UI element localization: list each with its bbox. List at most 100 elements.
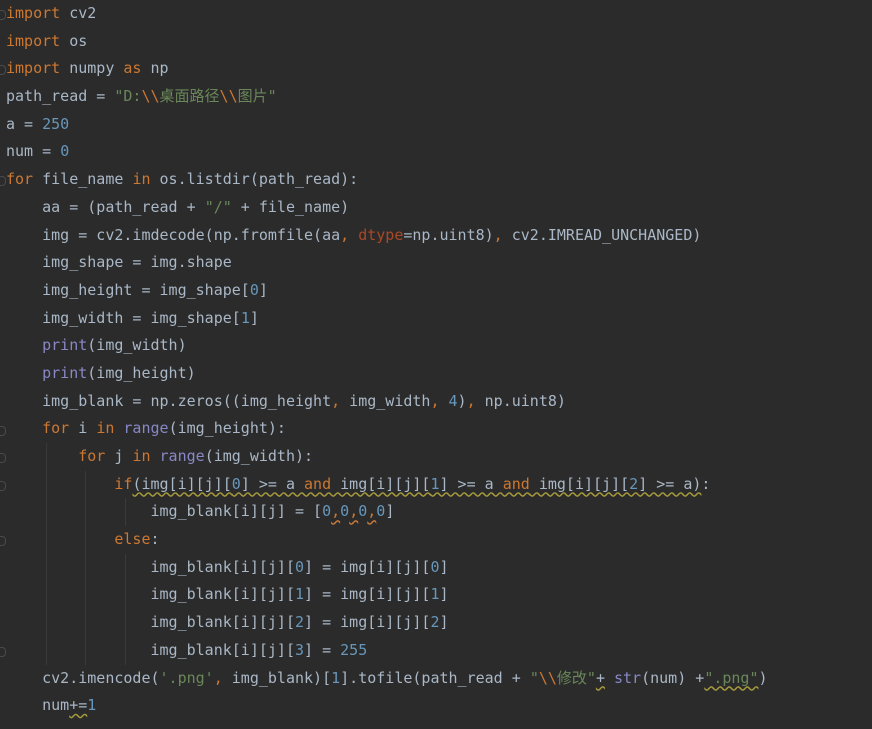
indent-guide <box>85 498 86 527</box>
code-token: ] <box>258 280 268 299</box>
code-token: 0 <box>60 142 70 161</box>
code-line[interactable]: for file_name in os.listdir(path_read): <box>6 166 872 194</box>
code-token: if <box>114 474 133 493</box>
code-line[interactable]: img_blank[i][j] = [0,0,0,0] <box>6 498 872 527</box>
code-line[interactable]: import os <box>6 28 872 56</box>
code-token: + file_name) <box>231 197 350 216</box>
code-token: , <box>367 502 377 521</box>
code-token: else <box>114 530 151 549</box>
code-token: 0 <box>231 474 241 493</box>
code-token: aa = (path_read + <box>42 197 205 216</box>
code-token: img_blank[i][j][ <box>150 640 296 659</box>
code-token: img = cv2.imdecode(np.fromfile(aa <box>42 225 341 244</box>
code-line[interactable]: img_blank[i][j][0] = img[i][j][0] <box>6 553 872 582</box>
code-line[interactable]: img_blank[i][j][2] = img[i][j][2] <box>6 609 872 637</box>
code-line[interactable]: import numpy as np <box>6 55 872 83</box>
code-token: 2 <box>295 613 305 632</box>
code-token: 修改" <box>556 668 596 687</box>
fold-marker-icon[interactable] <box>0 425 6 436</box>
code-token: 1 <box>430 585 440 604</box>
code-token: 桌面路径 <box>159 87 220 106</box>
code-token: 0 <box>376 502 386 521</box>
code-token: ) <box>457 391 467 410</box>
code-token: ] = img[i][j][ <box>304 585 431 604</box>
code-area[interactable]: import cv2 import os import numpy as np pat… <box>6 0 872 720</box>
code-token: , <box>213 668 232 687</box>
code-token: os <box>60 31 88 50</box>
code-line[interactable]: num = 0 <box>6 138 872 166</box>
code-token: 1 <box>295 585 305 604</box>
code-token: img_shape = img.shape <box>42 253 232 272</box>
code-line[interactable]: import cv2 <box>6 0 872 28</box>
code-token: import <box>6 59 61 78</box>
fold-marker-icon[interactable] <box>0 480 6 491</box>
code-line[interactable]: img_blank[i][j][1] = img[i][j][1] <box>6 581 872 610</box>
code-token: : <box>150 530 160 549</box>
indent-guide <box>45 553 47 582</box>
code-line[interactable]: print(img_width) <box>6 332 872 360</box>
code-token: , <box>493 225 512 244</box>
code-editor[interactable]: import cv2 import os import numpy as np pat… <box>0 0 872 729</box>
code-token: '.png' <box>159 668 214 687</box>
code-line[interactable]: a = 250 <box>6 111 872 139</box>
code-line[interactable]: num+=1 <box>6 692 872 720</box>
code-token: : <box>701 474 711 493</box>
code-line[interactable]: img_shape = img.shape <box>6 249 872 277</box>
code-token: 1 <box>430 474 440 493</box>
code-line[interactable]: for j in range(img_width): <box>6 443 872 471</box>
code-token: j <box>105 447 133 465</box>
indent-guide <box>45 636 47 665</box>
code-token: cv2.IMREAD_UNCHANGED) <box>511 225 702 244</box>
code-token: 图片" <box>237 87 277 106</box>
code-line[interactable]: img_width = img_shape[1] <box>6 305 872 333</box>
indent-guide <box>45 443 47 471</box>
code-line[interactable]: if(img[i][j][0] >= a and img[i][j][1] >=… <box>6 470 872 499</box>
code-token: in <box>132 447 151 465</box>
code-line[interactable]: img = cv2.imdecode(np.fromfile(aa, dtype… <box>6 222 872 250</box>
indent-guide <box>45 581 47 610</box>
code-token: np <box>141 59 169 78</box>
code-token: range <box>159 447 205 465</box>
code-token: dtype <box>358 225 404 244</box>
code-token: 255 <box>340 640 368 659</box>
code-token: numpy <box>60 59 124 78</box>
code-line[interactable]: else: <box>6 526 872 554</box>
code-token: import <box>6 4 61 22</box>
code-line[interactable]: img_height = img_shape[0] <box>6 277 872 305</box>
code-token: in <box>132 170 151 189</box>
fold-marker-icon[interactable] <box>0 10 6 20</box>
code-line[interactable]: img_blank = np.zeros((img_height, img_wi… <box>6 388 872 416</box>
code-line[interactable]: img_blank[i][j][3] = 255 <box>6 636 872 665</box>
code-line[interactable]: path_read = "D:\\桌面路径\\图片" <box>6 83 872 111</box>
indent-guide <box>45 609 47 637</box>
code-token: ] <box>439 585 449 604</box>
code-token: a = <box>6 114 43 133</box>
code-token: img_width = img_shape[ <box>42 308 241 327</box>
indent-guide <box>124 609 126 637</box>
code-line[interactable]: print(img_height) <box>6 360 872 388</box>
code-token: range <box>123 419 169 438</box>
code-token: 4 <box>448 391 458 410</box>
indent-guide <box>45 498 47 527</box>
code-token: ] <box>249 308 259 327</box>
code-line[interactable]: for i in range(img_height): <box>6 415 872 443</box>
code-token: (num) + <box>641 668 705 687</box>
code-line[interactable]: cv2.imencode('.png', img_blank)[1].tofil… <box>6 665 872 693</box>
code-token: for <box>78 447 106 465</box>
code-token: in <box>96 419 115 438</box>
code-token: 2 <box>629 474 639 493</box>
code-token: " <box>529 668 539 687</box>
code-token: ] = <box>304 640 341 659</box>
code-token: += <box>69 696 88 715</box>
code-token: (img_height): <box>168 419 286 438</box>
code-line[interactable]: aa = (path_read + "/" + file_name) <box>6 194 872 222</box>
code-token: , <box>430 391 449 410</box>
code-token: ".png" <box>704 668 759 687</box>
